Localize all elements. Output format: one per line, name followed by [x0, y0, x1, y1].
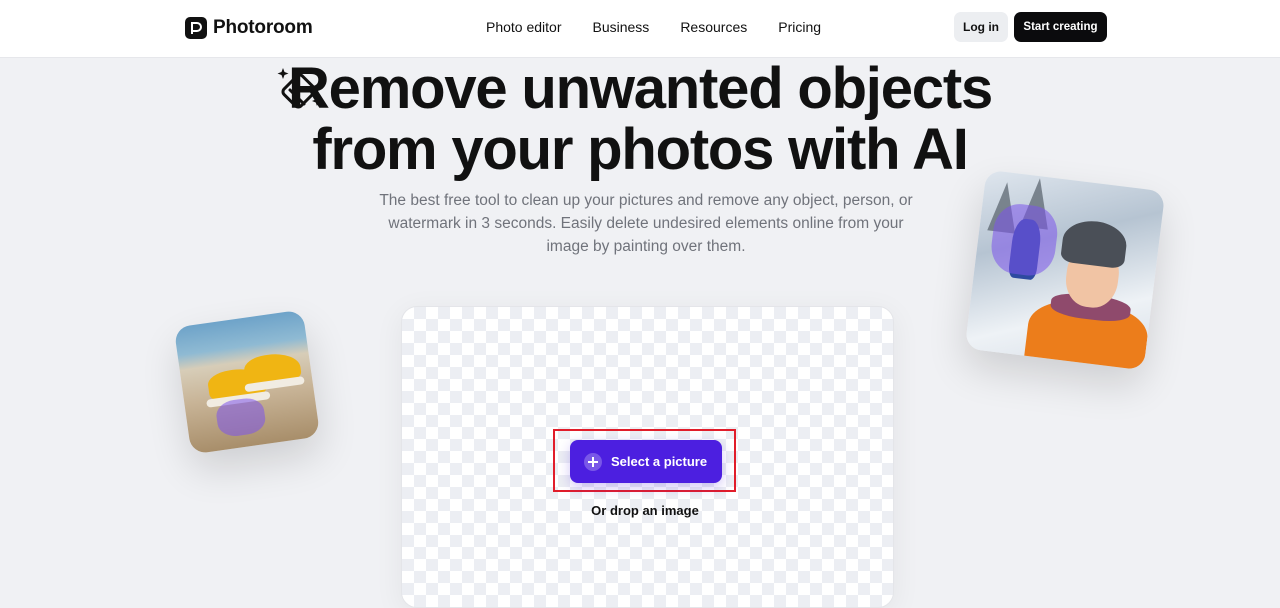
nav-resources[interactable]: Resources — [680, 19, 747, 35]
photoroom-logo-icon — [185, 17, 207, 39]
login-button[interactable]: Log in — [954, 12, 1008, 42]
main-nav: Photo editor Business Resources Pricing — [486, 19, 852, 35]
brand-name: Photoroom — [213, 17, 313, 38]
nav-business[interactable]: Business — [593, 19, 650, 35]
hero-title-line-1: Remove unwanted objects — [288, 56, 993, 121]
select-picture-button[interactable]: Select a picture — [570, 440, 722, 483]
hero-title-line-2: from your photos with AI — [312, 117, 969, 182]
top-navigation-bar: Photoroom Photo editor Business Resource… — [0, 0, 1280, 58]
hero-subtitle: The best free tool to clean up your pict… — [379, 192, 913, 255]
example-photo-shoes — [173, 309, 321, 455]
start-creating-button[interactable]: Start creating — [1014, 12, 1107, 42]
drop-image-hint: Or drop an image — [591, 503, 699, 518]
nav-photo-editor[interactable]: Photo editor — [486, 19, 562, 35]
nav-pricing[interactable]: Pricing — [778, 19, 821, 35]
brush-mask-overlay-2 — [988, 201, 1061, 279]
example-photo-hiker — [964, 169, 1166, 371]
hero-title: Remove unwanted objects from your photos… — [200, 58, 1080, 180]
select-picture-label: Select a picture — [611, 454, 708, 469]
plus-circle-icon — [584, 452, 602, 471]
brand-logo-link[interactable]: Photoroom — [185, 16, 313, 40]
